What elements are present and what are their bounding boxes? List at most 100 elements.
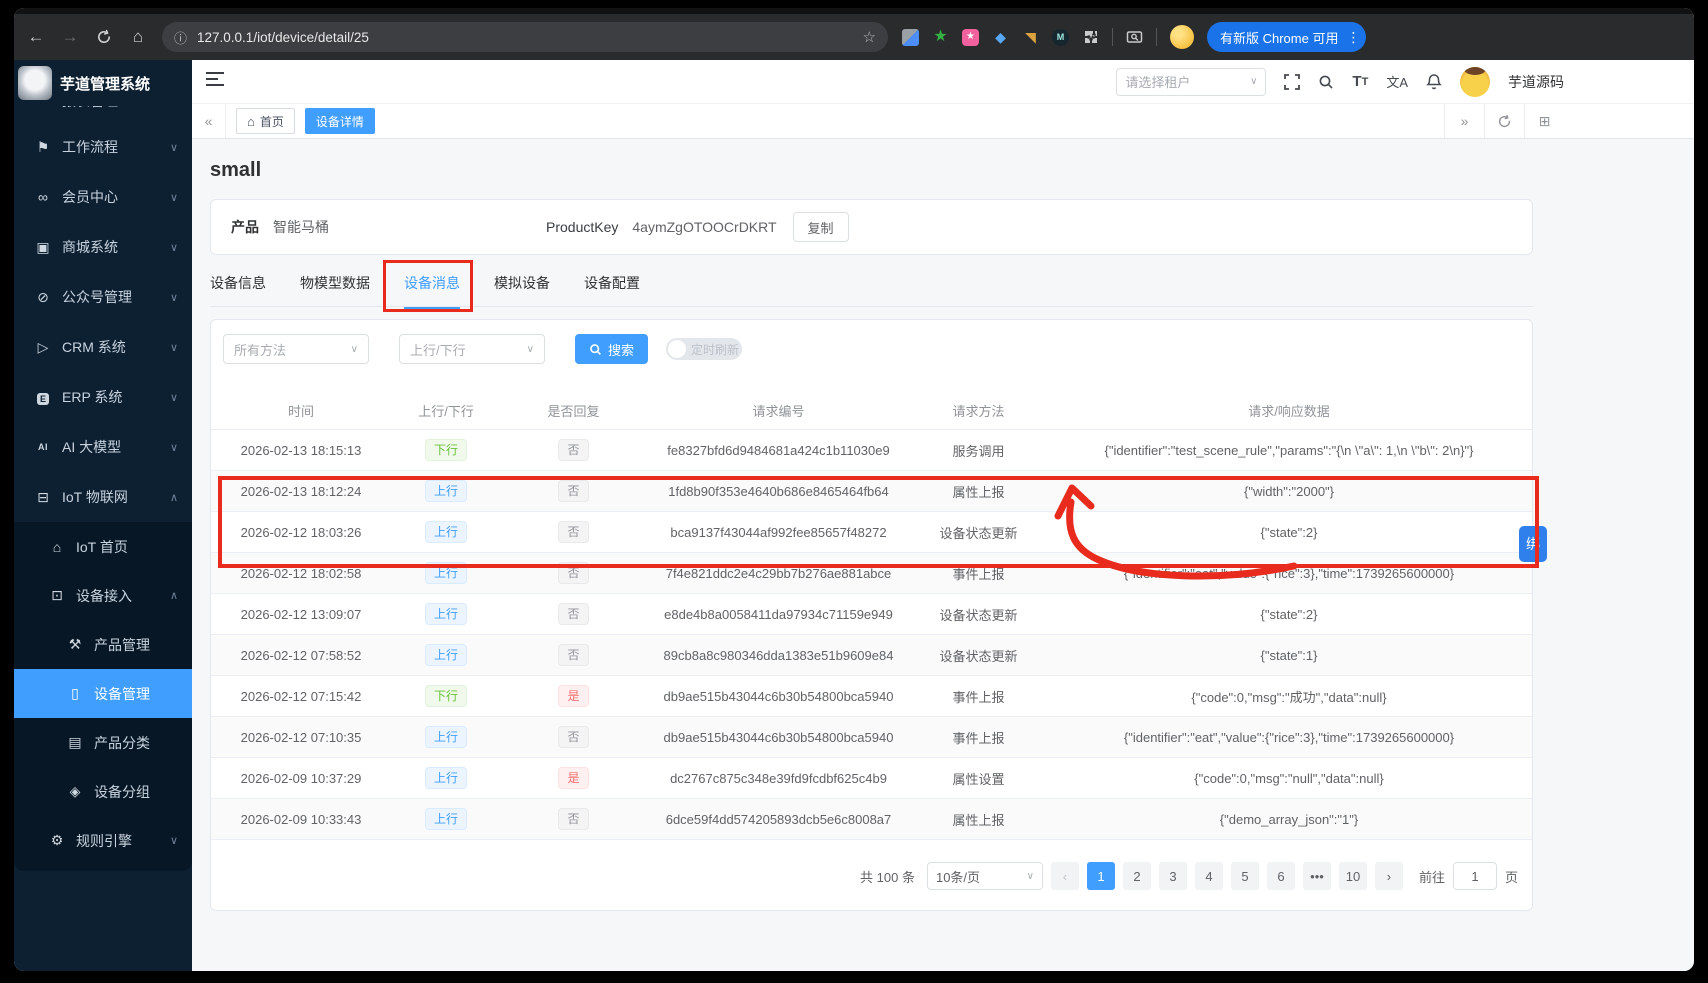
extensions-puzzle-icon[interactable]	[1082, 29, 1099, 46]
sidebar-item-workflow[interactable]: ⚑ 工作流程 ∨	[14, 122, 192, 172]
pager-more-button[interactable]: •••	[1302, 862, 1331, 890]
home-icon[interactable]: ⌂	[128, 27, 148, 47]
page-size-select[interactable]: 10条/页 ∨	[926, 862, 1043, 890]
pager-page-button[interactable]: 5	[1230, 862, 1259, 890]
sidebar-item-device-access[interactable]: ⊡ 设备接入 ∧	[14, 571, 192, 620]
sidebar-item-product-management[interactable]: ⚒ 产品管理	[14, 620, 192, 669]
search-icon[interactable]	[1318, 74, 1334, 90]
site-info-icon[interactable]: ⓘ	[174, 28, 187, 47]
pager-page-button[interactable]: 2	[1122, 862, 1151, 890]
notification-bell-icon[interactable]	[1426, 73, 1442, 90]
sidebar-item-label: 商城系统	[62, 239, 118, 255]
browser-menu-icon[interactable]: ⋮	[1346, 29, 1360, 46]
pager-page-button[interactable]: 1	[1086, 862, 1115, 890]
search-button[interactable]: 搜索	[575, 334, 649, 364]
cell-reply: 否	[501, 439, 646, 461]
sidebar-item-ai[interactable]: AI AI 大模型 ∨	[14, 422, 192, 472]
direction-select[interactable]: 上行/下行 ∨	[399, 334, 545, 364]
tabs-scroll-left-icon[interactable]: «	[192, 104, 226, 138]
pager-prev-button[interactable]: ‹	[1050, 862, 1079, 890]
direction-badge: 上行	[424, 480, 467, 502]
sidebar-item-crm[interactable]: ▷ CRM 系统 ∨	[14, 322, 192, 372]
pager-next-button[interactable]: ›	[1374, 862, 1403, 890]
chevron-down-icon: ∨	[526, 343, 534, 355]
pager-page-button[interactable]: 10	[1338, 862, 1367, 890]
tab-refresh-icon[interactable]	[1484, 104, 1524, 138]
bookmark-star-icon[interactable]: ☆	[863, 28, 876, 46]
ext-camera-icon[interactable]: ★	[962, 28, 979, 46]
auto-refresh-toggle[interactable]: 定时刷新	[666, 338, 743, 360]
user-avatar[interactable]	[1460, 66, 1490, 97]
pager-page-button[interactable]: 4	[1194, 862, 1223, 890]
table-row[interactable]: 2026-02-12 18:02:58 上行 否 7f4e821ddc2e4c2…	[211, 553, 1532, 594]
sidebar-item-official-account[interactable]: ⊘ 公众号管理 ∨	[14, 272, 192, 322]
column-header: 是否回复	[547, 404, 600, 419]
refresh-icon[interactable]	[94, 29, 114, 45]
layout-grid-icon[interactable]: ⊞	[1524, 104, 1564, 138]
sidebar-item-device-management[interactable]: ▯ 设备管理	[14, 669, 192, 718]
app-logo[interactable]: 芋道管理系统	[14, 60, 192, 106]
font-size-icon[interactable]: TT	[1352, 73, 1368, 90]
sidebar-item-label: AI 大模型	[62, 439, 122, 455]
collapse-sidebar-icon[interactable]	[206, 72, 224, 91]
profile-avatar[interactable]	[1170, 25, 1194, 49]
ext-drop-icon[interactable]: ◆	[992, 29, 1009, 46]
fullscreen-icon[interactable]	[1284, 73, 1301, 90]
table-row[interactable]: 2026-02-12 07:58:52 上行 否 89cb8a8c980346d…	[211, 635, 1532, 676]
copy-button[interactable]: 复制	[792, 212, 849, 242]
table-row[interactable]: 2026-02-13 18:15:13 下行 否 fe8327bfd6d9484…	[211, 430, 1532, 471]
product-label: 产品	[231, 219, 259, 235]
table-row[interactable]: 2026-02-12 07:10:35 上行 否 db9ae515b43044c…	[211, 717, 1532, 758]
tab-device-info[interactable]: 设备信息	[210, 267, 266, 309]
ext-broom-icon[interactable]: ◥	[1022, 29, 1039, 46]
sidebar-item-rule-engine[interactable]: ⚙ 规则引擎 ∨	[14, 816, 192, 865]
tab-thing-model-data[interactable]: 物模型数据	[300, 267, 370, 309]
sidebar-item-product-category[interactable]: ▤ 产品分类	[14, 718, 192, 767]
sidebar-item-iot[interactable]: ⊟ IoT 物联网 ∧	[14, 472, 192, 522]
goto-page-input[interactable]	[1452, 862, 1497, 890]
ext-squares-icon[interactable]	[902, 28, 919, 46]
reply-badge: 是	[558, 685, 589, 707]
table-row[interactable]: 2026-02-12 13:09:07 上行 否 e8de4b8a0058411…	[211, 594, 1532, 635]
pager-page-button[interactable]: 3	[1158, 862, 1187, 890]
sidebar-item-report-clipped[interactable]: ◔ 报表管理 ∨	[14, 106, 192, 122]
screen-search-icon[interactable]	[1126, 29, 1143, 46]
forward-icon[interactable]: →	[60, 27, 80, 47]
tenant-select[interactable]: 请选择租户 ∨	[1116, 67, 1267, 96]
ext-star-icon[interactable]: ★	[932, 29, 949, 46]
pager-page-button[interactable]: 6	[1266, 862, 1295, 890]
tab-home[interactable]: ⌂ 首页	[236, 108, 295, 134]
ext-m-icon[interactable]: M	[1052, 28, 1069, 46]
table-row[interactable]: 2026-02-12 07:15:42 下行 是 db9ae515b43044c…	[211, 676, 1532, 717]
floating-tag[interactable]: 绑	[1519, 526, 1547, 562]
cell-time: 2026-02-12 07:58:52	[240, 647, 362, 663]
tab-device-message[interactable]: 设备消息	[404, 267, 460, 309]
sidebar-item-device-group[interactable]: ◈ 设备分组	[14, 767, 192, 816]
tab-simulate-device[interactable]: 模拟设备	[494, 267, 550, 309]
sidebar-item-iot-home[interactable]: ⌂ IoT 首页	[14, 522, 192, 571]
back-icon[interactable]: ←	[26, 27, 46, 47]
mall-icon: ▣	[36, 238, 50, 255]
official-account-icon: ⊘	[37, 288, 49, 305]
sidebar-item-member[interactable]: ∞ 会员中心 ∨	[14, 172, 192, 222]
table-row[interactable]: 2026-02-09 10:37:29 上行 是 dc2767c875c348e…	[211, 758, 1532, 799]
cell-reply: 否	[501, 808, 646, 830]
cell-method: 设备状态更新	[939, 525, 1018, 541]
sidebar-item-mall[interactable]: ▣ 商城系统 ∨	[14, 222, 192, 272]
cell-request-id: 1fd8b90f353e4640b686e8465464fb64	[668, 483, 889, 499]
sidebar-item-erp[interactable]: E ERP 系统 ∨	[14, 372, 192, 422]
tab-device-config[interactable]: 设备配置	[584, 267, 640, 309]
table-row[interactable]: 2026-02-09 10:33:43 上行 否 6dce59f4dd57420…	[211, 799, 1532, 840]
method-select[interactable]: 所有方法 ∨	[223, 334, 369, 364]
tabs-scroll-right-icon[interactable]: »	[1444, 104, 1484, 138]
goto-label: 前往	[1418, 869, 1445, 885]
address-bar[interactable]: ⓘ 127.0.0.1/iot/device/detail/25 ☆	[162, 22, 888, 52]
gears-icon: ⚙	[50, 832, 64, 848]
chrome-update-button[interactable]: 有新版 Chrome 可用 ⋮	[1207, 22, 1367, 52]
table-row[interactable]: 2026-02-12 18:03:26 上行 否 bca9137f43044af…	[211, 512, 1532, 553]
reply-badge: 否	[558, 480, 589, 502]
table-row[interactable]: 2026-02-13 18:12:24 上行 否 1fd8b90f353e464…	[211, 471, 1532, 512]
translate-icon[interactable]: 文A	[1386, 72, 1408, 91]
tab-device-detail[interactable]: 设备详情	[304, 108, 375, 134]
filter-row: 所有方法 ∨ 上行/下行 ∨ 搜索 定时刷新	[211, 334, 1532, 364]
